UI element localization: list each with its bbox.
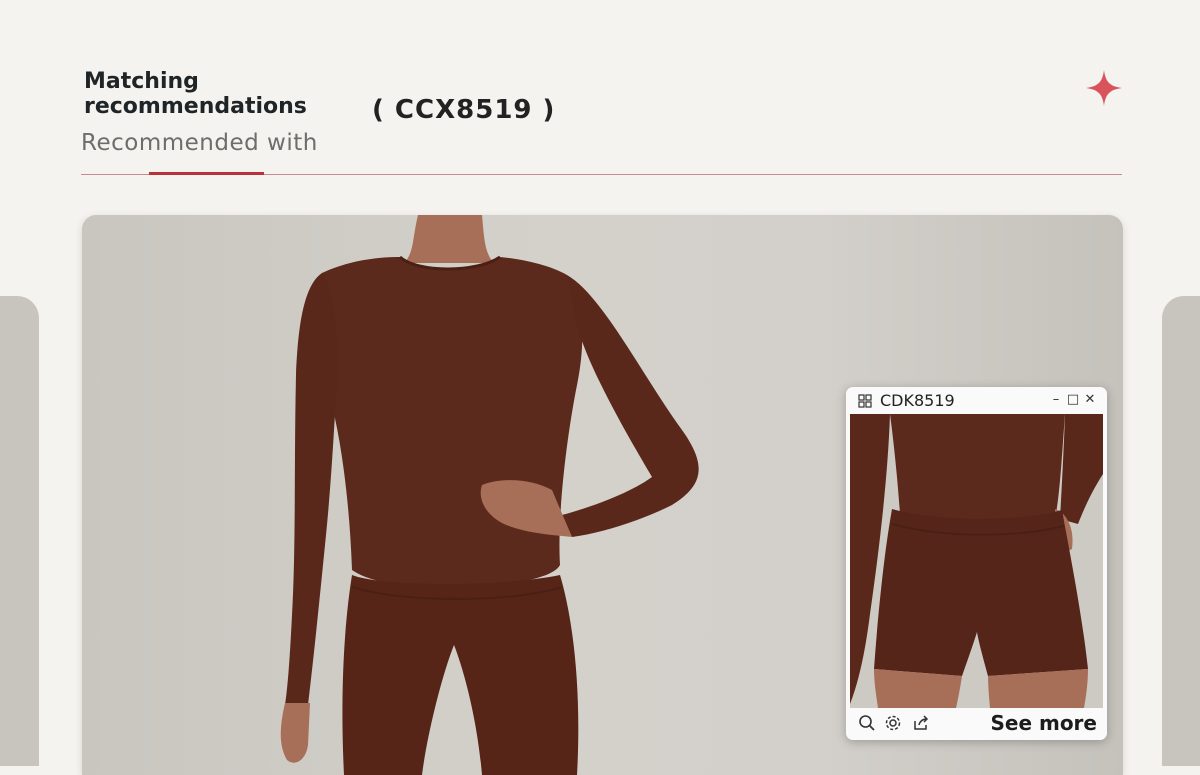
shorts-photo	[850, 414, 1103, 708]
preview-popup-window[interactable]: CDK8519 – □ ✕ See more	[846, 387, 1107, 740]
sparkle-star-icon	[1086, 70, 1122, 106]
carousel-next-card[interactable]	[1162, 296, 1200, 766]
section-header: Matching recommendations Recommended wit…	[0, 0, 1200, 200]
product-code: ( CCX8519 )	[372, 95, 556, 125]
apps-grid-icon	[858, 394, 872, 408]
popup-title: CDK8519	[880, 391, 955, 410]
popup-product-image[interactable]	[850, 414, 1103, 708]
popup-title-bar[interactable]: CDK8519 – □ ✕	[846, 387, 1107, 414]
carousel-prev-card[interactable]	[0, 296, 39, 766]
popup-footer: See more	[846, 708, 1107, 740]
minimize-button[interactable]: –	[1048, 391, 1064, 409]
settings-icon[interactable]	[884, 714, 902, 732]
divider-accent	[149, 172, 264, 175]
section-title: Matching recommendations	[84, 69, 307, 119]
see-more-link[interactable]: See more	[990, 711, 1097, 735]
close-button[interactable]: ✕	[1082, 391, 1098, 409]
zoom-icon[interactable]	[858, 714, 876, 732]
share-icon[interactable]	[912, 714, 930, 732]
maximize-button[interactable]: □	[1065, 391, 1081, 409]
section-subtitle: Recommended with	[81, 130, 318, 156]
